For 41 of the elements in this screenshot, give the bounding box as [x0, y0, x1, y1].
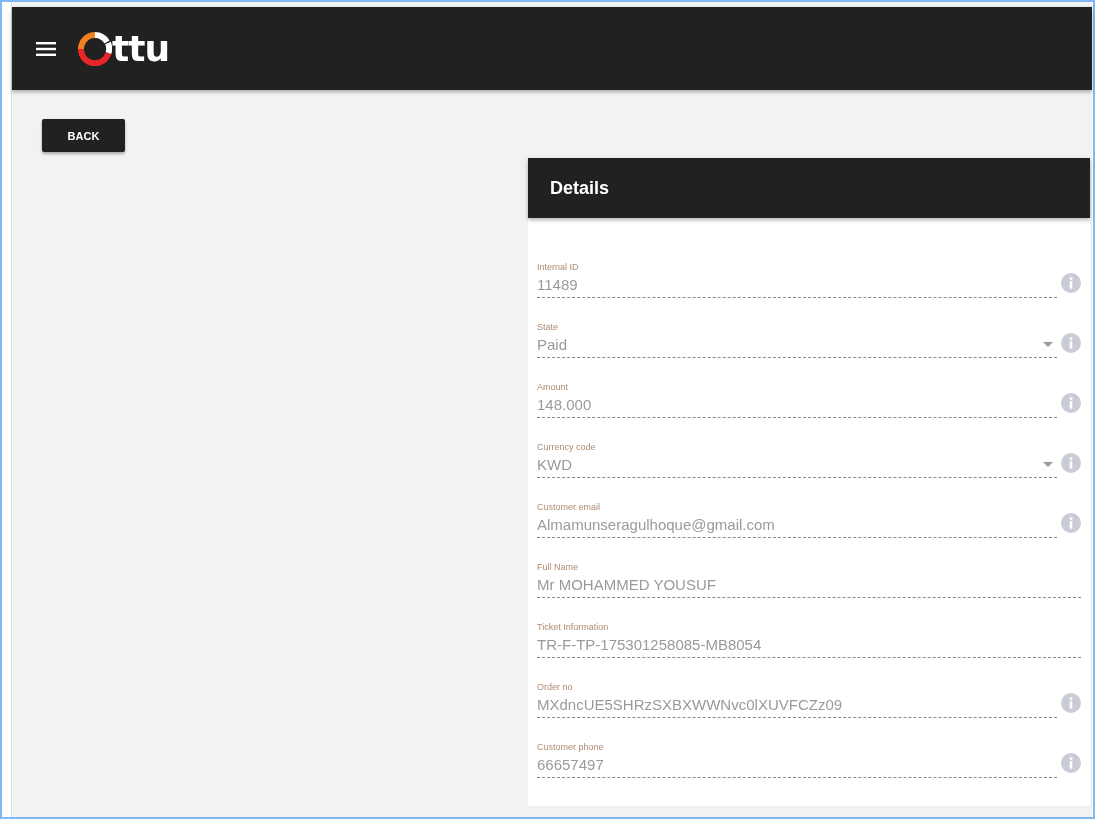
field-value: Paid — [537, 336, 568, 353]
form-field[interactable]: Internal ID 11489 — [537, 262, 1057, 298]
field-value: KWD — [537, 456, 572, 473]
form-field[interactable]: Order no MXdncUE5SHRzSXBXWWNvc0lXUVFCZz09 — [537, 682, 1057, 718]
form-field[interactable]: State Paid — [537, 322, 1057, 358]
field-value: Almamunseragulhoque@gmail.com — [537, 516, 775, 533]
field-value: MXdncUE5SHRzSXBXWWNvc0lXUVFCZz09 — [537, 696, 843, 713]
card-title: Details — [550, 177, 610, 199]
field-value: Mr MOHAMMED YOUSUF — [537, 576, 716, 593]
field-label: Internal ID — [537, 262, 580, 272]
form-field[interactable]: Amount 148.000 — [537, 382, 1057, 418]
info-icon[interactable] — [1061, 513, 1081, 533]
field-value: 148.000 — [537, 396, 592, 413]
field-label: Customer phone — [537, 742, 605, 752]
field-value: 11489 — [537, 276, 578, 293]
caret-icon[interactable] — [1043, 462, 1053, 467]
caret-icon[interactable] — [1043, 342, 1053, 347]
field-label: Ticket Information — [537, 622, 610, 632]
logo-text: ttu — [112, 30, 170, 67]
form-field[interactable]: Customer phone 66657497 — [537, 742, 1057, 778]
field-value: 66657497 — [537, 756, 604, 773]
field-label: Customer email — [537, 502, 602, 512]
field-label: Currency code — [537, 442, 597, 452]
field-label: Order no — [537, 682, 574, 692]
info-icon[interactable] — [1061, 333, 1081, 353]
field-label: State — [537, 322, 559, 332]
field-label: Full Name — [537, 562, 579, 572]
info-icon[interactable] — [1061, 453, 1081, 473]
menu-icon[interactable] — [36, 41, 56, 56]
form-field[interactable]: Full Name Mr MOHAMMED YOUSUF — [537, 562, 1081, 598]
info-icon[interactable] — [1061, 693, 1081, 713]
form-field[interactable]: Customer email Almamunseragulhoque@gmail.com — [537, 502, 1057, 538]
form-field[interactable]: Currency code KWD — [537, 442, 1057, 478]
field-label: Amount — [537, 382, 570, 392]
ring-logo-icon — [78, 31, 112, 66]
info-icon[interactable] — [1061, 753, 1081, 773]
info-icon[interactable] — [1061, 393, 1081, 413]
back-button[interactable]: BACK — [42, 119, 125, 152]
info-icon[interactable] — [1061, 273, 1081, 293]
field-value: TR-F-TP-175301258085-MB8054 — [537, 636, 762, 653]
form-field[interactable]: Ticket Information TR-F-TP-175301258085-MB8054 — [537, 622, 1081, 658]
